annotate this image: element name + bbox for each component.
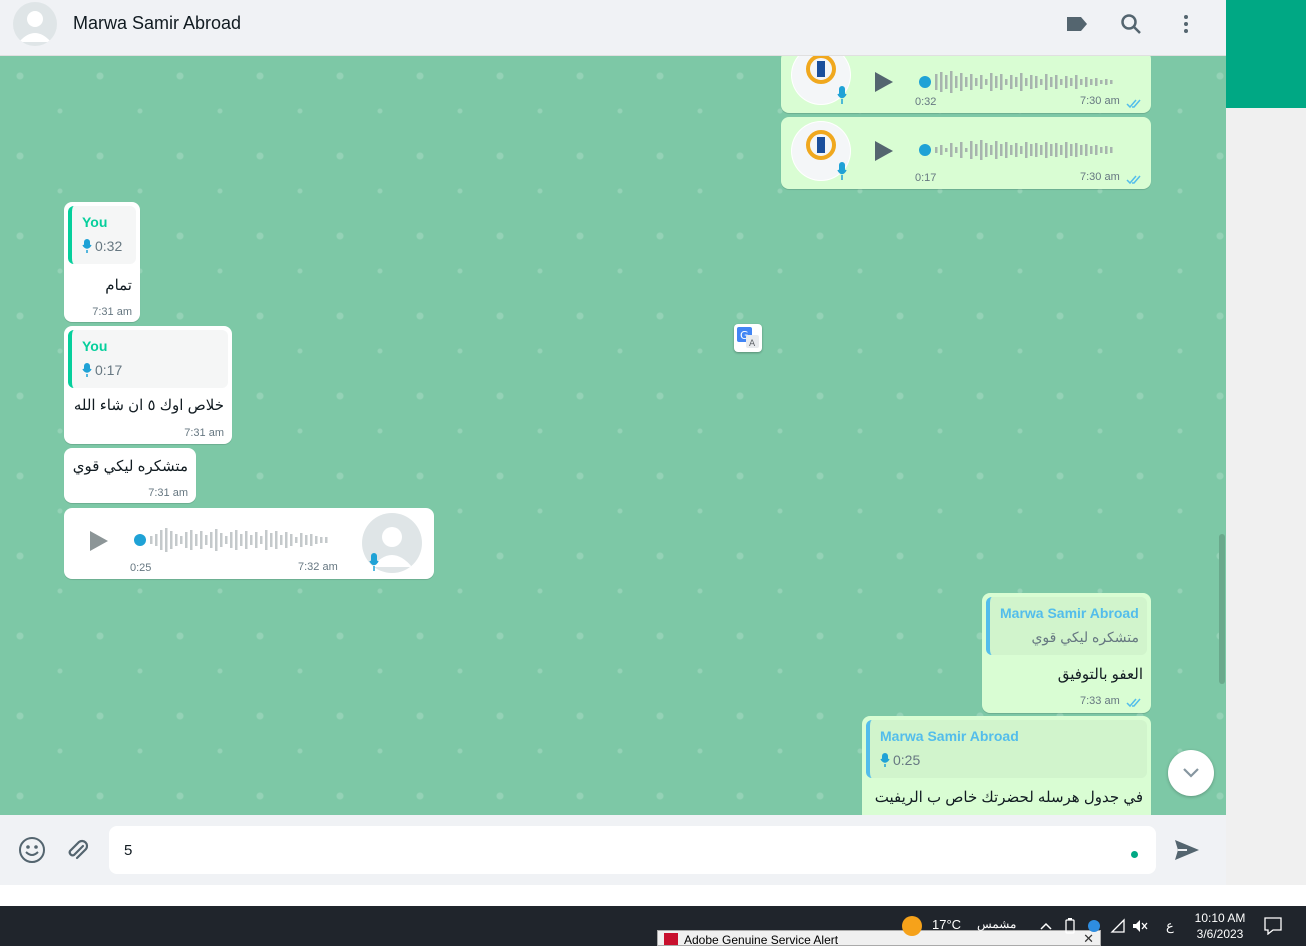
quoted-message[interactable]: Marwa Samir Abroad 0:25 xyxy=(866,720,1147,778)
read-ticks-icon xyxy=(1126,172,1142,190)
chevron-up-icon[interactable] xyxy=(1038,918,1054,934)
quoted-duration: 0:17 xyxy=(95,362,123,378)
play-icon[interactable] xyxy=(873,70,895,99)
message-time: 7:33 am xyxy=(1080,695,1120,707)
quoted-sender: Marwa Samir Abroad xyxy=(880,728,1019,744)
translate-icon[interactable]: GA xyxy=(734,324,762,352)
input-language[interactable]: ع xyxy=(1166,918,1174,934)
contact-avatar[interactable] xyxy=(13,2,57,46)
quoted-duration: 0:25 xyxy=(893,752,921,768)
weather-temperature[interactable]: 17°C xyxy=(932,917,961,932)
voice-duration: 0:25 xyxy=(130,562,152,574)
voice-waveform[interactable] xyxy=(134,525,344,555)
play-icon[interactable] xyxy=(88,529,110,558)
incoming-text-message[interactable]: متشكره ليكي قوي 7:31 am xyxy=(64,448,196,503)
quoted-message[interactable]: Marwa Samir Abroad متشكره ليكي قوي xyxy=(986,597,1147,655)
mic-icon xyxy=(369,552,379,577)
mic-icon xyxy=(837,161,847,186)
message-text: في جدول هرسله لحضرتك خاص ب الريفيت xyxy=(874,789,1143,806)
notification-title: Adobe Genuine Service Alert xyxy=(684,933,839,946)
window-gap xyxy=(0,885,1306,906)
message-text: خلاص اوك ٥ ان شاء الله xyxy=(73,397,224,414)
notifications-icon[interactable] xyxy=(1264,917,1282,936)
right-strip xyxy=(1226,0,1306,906)
quoted-sender: Marwa Samir Abroad xyxy=(1000,605,1139,621)
attach-icon[interactable] xyxy=(62,835,92,865)
label-icon[interactable] xyxy=(1063,10,1091,38)
weather-sun-icon[interactable] xyxy=(902,916,922,936)
menu-icon[interactable] xyxy=(1172,10,1200,38)
battery-icon[interactable] xyxy=(1062,918,1078,934)
message-time: 7:30 am xyxy=(1080,95,1120,107)
chevron-down-icon xyxy=(1183,768,1199,778)
clock-date: 3/6/2023 xyxy=(1196,927,1244,941)
quoted-sender: You xyxy=(82,214,108,230)
quoted-text: متشكره ليكي قوي xyxy=(1031,629,1139,645)
message-time: 7:30 am xyxy=(1080,171,1120,183)
quoted-message[interactable]: You 0:32 xyxy=(68,206,136,264)
taskbar[interactable]: Adobe Genuine Service Alert ✕ 17°C مشمس … xyxy=(0,906,1306,946)
message-text: العفو بالتوفيق xyxy=(1057,666,1143,683)
outgoing-voice-message[interactable]: 0:17 7:30 am xyxy=(781,117,1151,189)
search-icon[interactable] xyxy=(1117,10,1145,38)
quoted-message[interactable]: You 0:17 xyxy=(68,330,228,388)
mic-icon xyxy=(880,753,890,767)
outgoing-reply-message[interactable]: Marwa Samir Abroad 0:25 في جدول هرسله لح… xyxy=(862,716,1151,815)
emoji-icon[interactable] xyxy=(17,835,47,865)
read-ticks-icon xyxy=(1126,695,1142,713)
scroll-down-button[interactable] xyxy=(1168,750,1214,796)
message-time: 7:32 am xyxy=(298,561,338,573)
mic-icon xyxy=(82,363,92,377)
clock-time: 10:10 AM xyxy=(1194,911,1246,925)
quoted-duration: 0:32 xyxy=(95,238,123,254)
incoming-reply-message[interactable]: You 0:17 خلاص اوك ٥ ان شاء الله 7:31 am xyxy=(64,326,232,444)
read-ticks-icon xyxy=(1126,96,1142,114)
message-input[interactable]: 5 xyxy=(109,826,1156,874)
input-status-dot xyxy=(1131,851,1138,858)
onedrive-icon[interactable] xyxy=(1086,918,1102,934)
adobe-logo-icon xyxy=(664,933,678,945)
mic-icon xyxy=(82,239,92,253)
outgoing-reply-message[interactable]: Marwa Samir Abroad متشكره ليكي قوي العفو… xyxy=(982,593,1151,713)
message-time: 7:31 am xyxy=(92,306,132,318)
incoming-reply-message[interactable]: You 0:32 تمام 7:31 am xyxy=(64,202,140,322)
right-strip-accent xyxy=(1226,0,1306,108)
volume-muted-icon[interactable] xyxy=(1132,918,1148,934)
weather-condition[interactable]: مشمس xyxy=(977,917,1016,931)
message-text: متشكره ليكي قوي xyxy=(72,458,188,475)
quoted-sender: You xyxy=(82,338,108,354)
message-time: 7:31 am xyxy=(148,487,188,499)
quoted-voice-info: 0:17 xyxy=(82,362,122,378)
voice-duration: 0:32 xyxy=(915,96,937,108)
message-input-value[interactable]: 5 xyxy=(124,842,132,859)
send-icon[interactable] xyxy=(1172,835,1202,865)
play-icon[interactable] xyxy=(873,139,895,168)
outgoing-voice-message[interactable]: 0:32 7:30 am xyxy=(781,56,1151,113)
system-clock[interactable]: 10:10 AM 3/6/2023 xyxy=(1190,910,1250,942)
voice-duration: 0:17 xyxy=(915,172,937,184)
voice-waveform[interactable] xyxy=(919,67,1129,97)
chat-header[interactable]: Marwa Samir Abroad xyxy=(0,0,1226,56)
voice-waveform[interactable] xyxy=(919,135,1129,165)
mic-icon xyxy=(837,85,847,110)
wifi-icon[interactable] xyxy=(1110,918,1126,934)
message-text: تمام xyxy=(105,277,132,294)
contact-name[interactable]: Marwa Samir Abroad xyxy=(73,13,241,34)
quoted-voice-info: 0:32 xyxy=(82,238,122,254)
incoming-voice-message[interactable]: 0:25 7:32 am xyxy=(64,508,434,579)
adobe-notification[interactable]: Adobe Genuine Service Alert ✕ xyxy=(657,930,1101,946)
message-composer[interactable]: 5 xyxy=(0,815,1226,885)
message-time: 7:31 am xyxy=(184,427,224,439)
svg-text:A: A xyxy=(749,339,756,349)
chat-area[interactable]: 0:32 7:30 am 0:17 7:30 am You 0:32 تمام … xyxy=(0,56,1226,815)
chat-scrollbar[interactable] xyxy=(1219,534,1225,684)
quoted-voice-info: 0:25 xyxy=(880,752,920,768)
